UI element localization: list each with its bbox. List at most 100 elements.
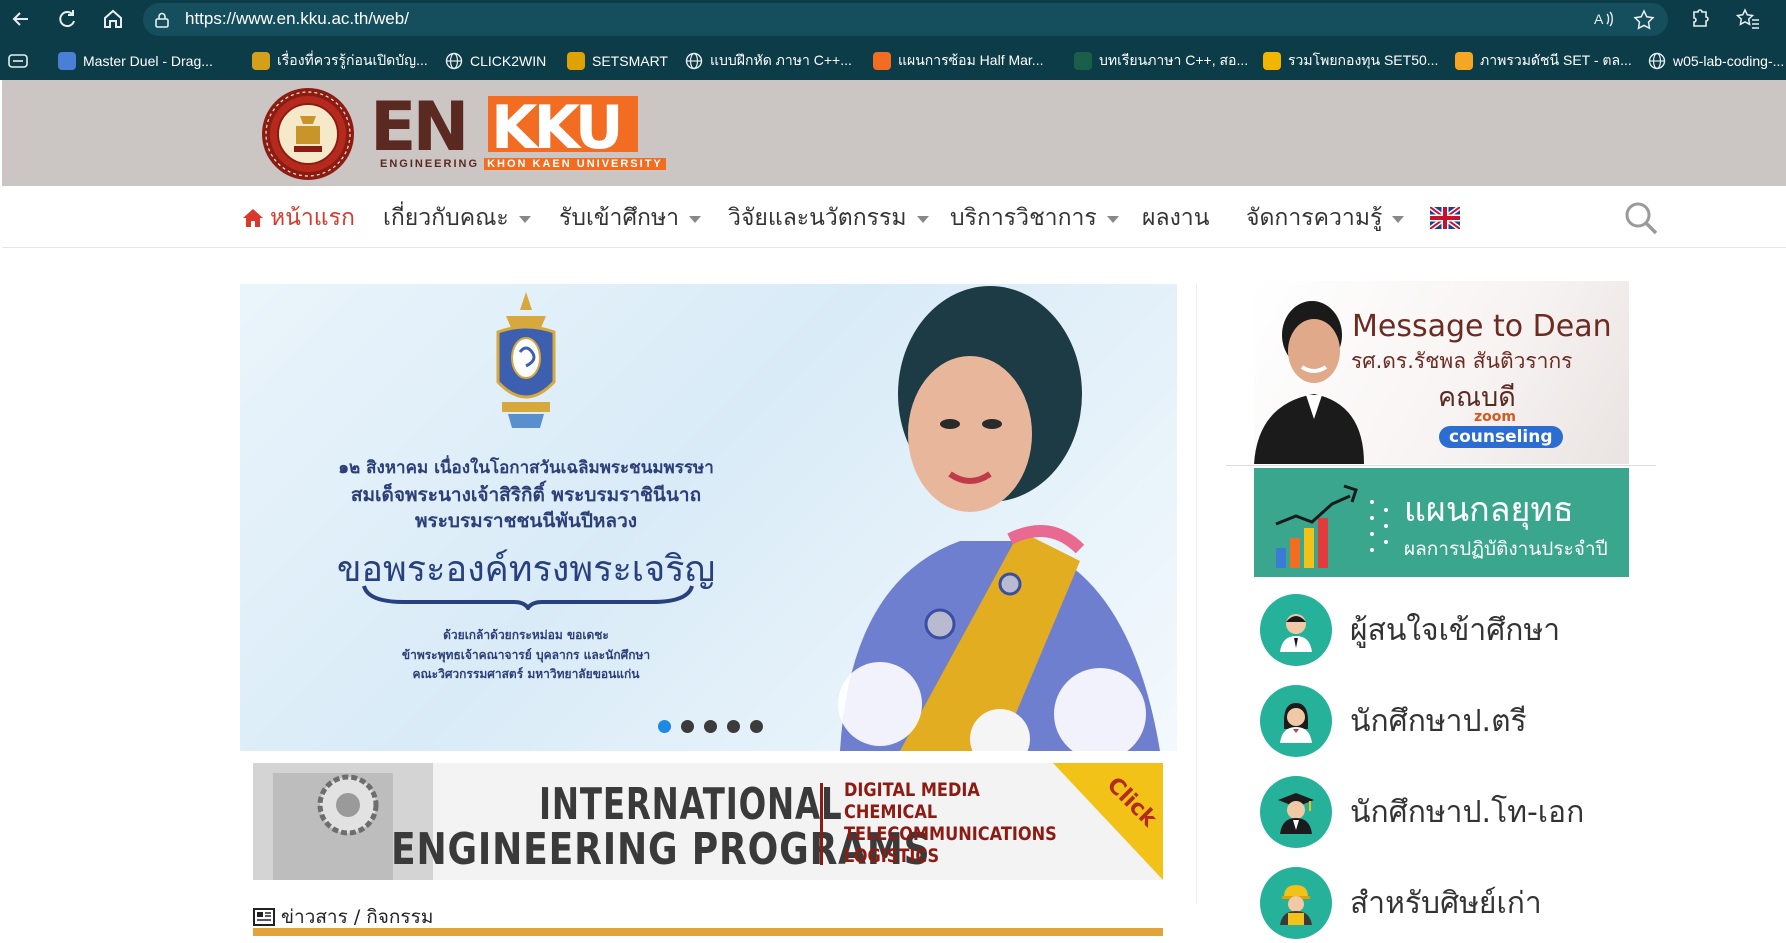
favicon-icon — [1074, 52, 1092, 70]
back-button[interactable] — [6, 4, 36, 34]
hero-text-line3: พระบรมราชชนนีพันปีหลวง — [414, 510, 638, 532]
menu-admission[interactable]: รับเข้าศึกษา — [559, 200, 702, 236]
intl-title-line1: INTERNATIONAL — [539, 779, 843, 830]
intl-program-telecommunications: TELECOMMUNICATIONS — [844, 823, 1057, 845]
read-aloud-icon[interactable]: A — [1593, 9, 1615, 29]
faculty-seal-logo[interactable] — [260, 86, 356, 182]
logo-engineering-label: ENGINEERING — [380, 158, 480, 170]
bookmark-item[interactable]: ภาพรวมดัชนี SET - ตล... — [1455, 46, 1632, 76]
bookmark-item[interactable]: SETSMART — [567, 46, 668, 76]
search-icon[interactable] — [1624, 201, 1658, 235]
slider-dot[interactable] — [681, 720, 694, 733]
caret-down-icon — [1106, 215, 1119, 223]
slider-dot[interactable] — [727, 720, 740, 733]
extensions-button[interactable] — [1684, 4, 1714, 34]
quick-link-applicant[interactable]: ผู้สนใจเข้าศึกษา — [1260, 594, 1560, 666]
slider-dot[interactable] — [658, 720, 671, 733]
hero-text-line1: ๑๒ สิงหาคม เนื่องในโอกาสวันเฉลิมพระชนมพร… — [338, 458, 714, 478]
growth-chart-icon — [1275, 484, 1388, 568]
bookmark-item[interactable]: แบบฝึกหัด ภาษา C++... — [685, 46, 852, 76]
globe-icon — [445, 52, 463, 70]
bookmark-item[interactable]: เรื่องที่ควรรู้ก่อนเปิดบัญ... — [252, 46, 428, 76]
reload-button[interactable] — [52, 4, 82, 34]
bookmark-item[interactable]: CLICK2WIN — [445, 46, 546, 76]
alumni-icon — [1260, 867, 1332, 939]
strategic-plan-title: แผนกลยุทธ — [1404, 490, 1574, 530]
menu-about-label: เกี่ยวกับคณะ — [383, 205, 509, 231]
quick-link-undergraduate[interactable]: นักศึกษาป.ตรี — [1260, 685, 1527, 757]
menu-about[interactable]: เกี่ยวกับคณะ — [383, 200, 531, 236]
bookmark-item[interactable]: รวมโพยกองทุน SET50... — [1263, 46, 1438, 76]
bookmark-item[interactable]: w05-lab-coding-... — [1648, 46, 1784, 76]
favicon-icon — [1263, 52, 1281, 70]
strategic-plan-banner[interactable]: แผนกลยุทธ ผลการปฏิบัติงานประจำปี — [1254, 468, 1629, 577]
bookmark-item[interactable]: แผนการซ้อม Half Mar... — [873, 46, 1043, 76]
bookmark-label: แบบฝึกหัด ภาษา C++... — [710, 52, 852, 68]
home-button[interactable] — [98, 4, 128, 34]
royal-emblem-icon — [496, 292, 556, 428]
undergraduate-icon — [1260, 685, 1332, 757]
site-header: EN KKU ENGINEERING KHON KAEN UNIVERSITY — [2, 80, 1786, 186]
hero-text-line6: ข้าพระพุทธเจ้าคณาจารย์ บุคลากร และนักศึก… — [401, 648, 651, 662]
intl-program-digital-media: DIGITAL MEDIA — [844, 779, 980, 801]
logo-kku-text: KKU — [491, 93, 620, 158]
menu-knowledge[interactable]: จัดการความรู้ — [1246, 200, 1405, 236]
click-ribbon[interactable]: Click — [1053, 763, 1163, 880]
bookmark-item[interactable]: Master Duel - Drag... — [58, 46, 213, 76]
message-to-dean-banner[interactable]: Message to Dean รศ.ดร.รัชพล สันติวรากร ค… — [1254, 281, 1629, 464]
news-underline — [253, 928, 1163, 936]
enkku-wordmark-logo[interactable]: EN KKU — [370, 92, 640, 158]
bookmark-label: เรื่องที่ควรรู้ก่อนเปิดบัญ... — [277, 52, 428, 68]
caret-down-icon — [916, 215, 929, 223]
quick-link-applicant-label: ผู้สนใจเข้าศึกษา — [1350, 612, 1561, 648]
home-icon — [104, 9, 122, 28]
url-text[interactable]: https://www.en.kku.ac.th/web/ — [185, 9, 409, 29]
slider-dot[interactable] — [750, 720, 763, 733]
favicon-icon — [873, 52, 891, 70]
hero-text-line7: คณะวิศวกรรมศาสตร์ มหาวิทยาลัยขอนแก่น — [412, 667, 640, 681]
favorites-list-icon — [1736, 8, 1759, 29]
tab-actions-icon — [8, 54, 28, 68]
caret-down-icon — [689, 215, 702, 223]
slider-dot[interactable] — [704, 720, 717, 733]
quick-link-graduate[interactable]: นักศึกษาป.โท-เอก — [1260, 776, 1584, 848]
hero-slider[interactable]: ๑๒ สิงหาคม เนื่องในโอกาสวันเฉลิมพระชนมพร… — [240, 284, 1177, 751]
dean-banner-title: Message to Dean — [1352, 309, 1612, 344]
bookmarks-menu-button[interactable] — [8, 46, 28, 76]
logo-subtitle: ENGINEERING KHON KAEN UNIVERSITY — [380, 158, 666, 170]
menu-research-label: วิจัยและนวัตกรรม — [728, 205, 907, 231]
home-icon — [243, 209, 263, 227]
menu-admission-label: รับเข้าศึกษา — [559, 205, 680, 231]
applicant-icon — [1260, 594, 1332, 666]
column-divider — [1196, 284, 1197, 904]
bookmark-label: SETSMART — [592, 53, 668, 69]
bookmark-item[interactable]: บทเรียนภาษา C++, สอ... — [1074, 46, 1248, 76]
favicon-icon — [58, 52, 76, 70]
favorites-button[interactable] — [1733, 4, 1763, 34]
dean-name: รศ.ดร.รัชพล สันติวรากร — [1351, 349, 1573, 373]
english-language-flag-icon[interactable] — [1430, 207, 1460, 229]
bookmark-label: บทเรียนภาษา C++, สอ... — [1099, 52, 1249, 68]
logo-kku-label: KHON KAEN UNIVERSITY — [484, 158, 666, 170]
bookmark-label: แผนการซ้อม Half Mar... — [898, 52, 1044, 68]
intl-program-logistics: LOGISTICS — [844, 845, 940, 867]
hero-text-line5: ด้วยเกล้าด้วยกระหม่อม ขอเดชะ — [443, 628, 609, 642]
extensions-icon — [1693, 9, 1709, 27]
decorative-swash — [362, 585, 694, 610]
menu-knowledge-label: จัดการความรู้ — [1246, 205, 1383, 231]
strategic-plan-subtitle: ผลการปฏิบัติงานประจำปี — [1404, 538, 1608, 560]
international-programs-banner[interactable]: INTERNATIONAL ENGINEERING PROGRAMS DIGIT… — [253, 763, 1163, 880]
favorite-star-icon[interactable] — [1633, 9, 1655, 31]
dean-photo — [1254, 301, 1364, 464]
reload-icon — [59, 10, 75, 28]
menu-home[interactable]: หน้าแรก — [242, 200, 355, 236]
menu-works[interactable]: ผลงาน — [1142, 200, 1209, 236]
menu-services[interactable]: บริการวิชาการ — [950, 200, 1119, 236]
quick-link-alumni[interactable]: สำหรับศิษย์เก่า — [1260, 867, 1542, 939]
zoom-label: zoom — [1474, 409, 1516, 425]
address-bar[interactable]: https://www.en.kku.ac.th/web/ A — [143, 3, 1668, 36]
menu-home-label: หน้าแรก — [270, 205, 355, 231]
menu-research[interactable]: วิจัยและนวัตกรรม — [728, 200, 929, 236]
lock-icon — [155, 12, 169, 28]
quick-link-undergraduate-label: นักศึกษาป.ตรี — [1350, 703, 1527, 739]
